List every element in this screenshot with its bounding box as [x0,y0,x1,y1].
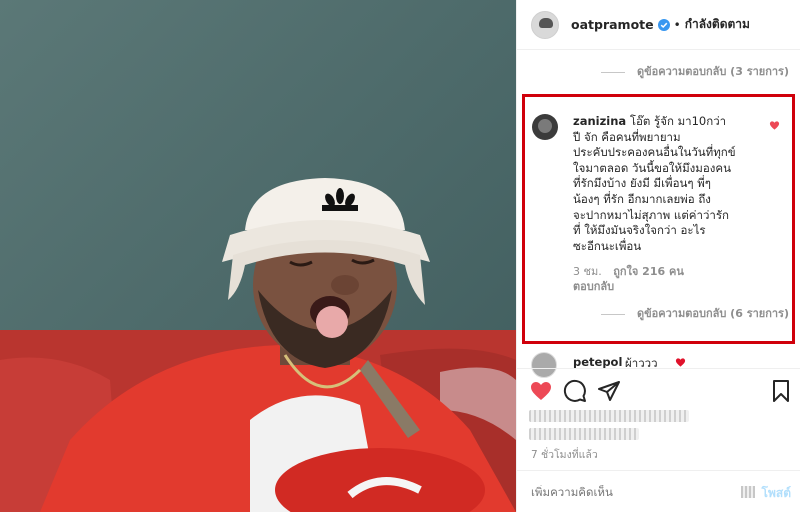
author-username[interactable]: oatpramote [571,17,654,32]
post-comment-button[interactable]: โพสต์ [762,484,791,503]
red-heart-emoji-icon [675,358,686,367]
bookmark-icon[interactable] [769,379,793,403]
highlight-box [522,94,795,344]
heart-icon[interactable] [529,379,553,403]
post-timestamp: 7 ชั่วโมงที่แล้ว [531,449,598,461]
comment-icon[interactable] [563,379,587,403]
add-comment-bar: โพสต์ [517,470,800,512]
post-header: oatpramote • กำลังติดตาม [517,0,800,50]
author-avatar[interactable] [531,10,559,39]
post-photo[interactable] [0,0,516,512]
replies-dash [601,71,625,73]
view-replies-top-label: ดูข้อความตอบกลับ (3 รายการ) [637,65,789,78]
share-icon[interactable] [597,379,621,403]
view-replies-top[interactable]: ดูข้อความตอบกลับ (3 รายการ) [601,64,791,79]
verified-badge-icon [657,18,670,31]
next-commenter-username[interactable]: petepol [573,355,622,369]
emoji-blurred [741,486,755,498]
comment-input[interactable] [531,485,721,499]
following-button[interactable]: กำลังติดตาม [685,15,750,34]
header-separator: • [673,17,681,32]
liked-by-blurred-2 [529,428,639,440]
liked-by-blurred [529,410,689,422]
post-action-bar [517,368,800,410]
photo-illustration [0,0,516,512]
